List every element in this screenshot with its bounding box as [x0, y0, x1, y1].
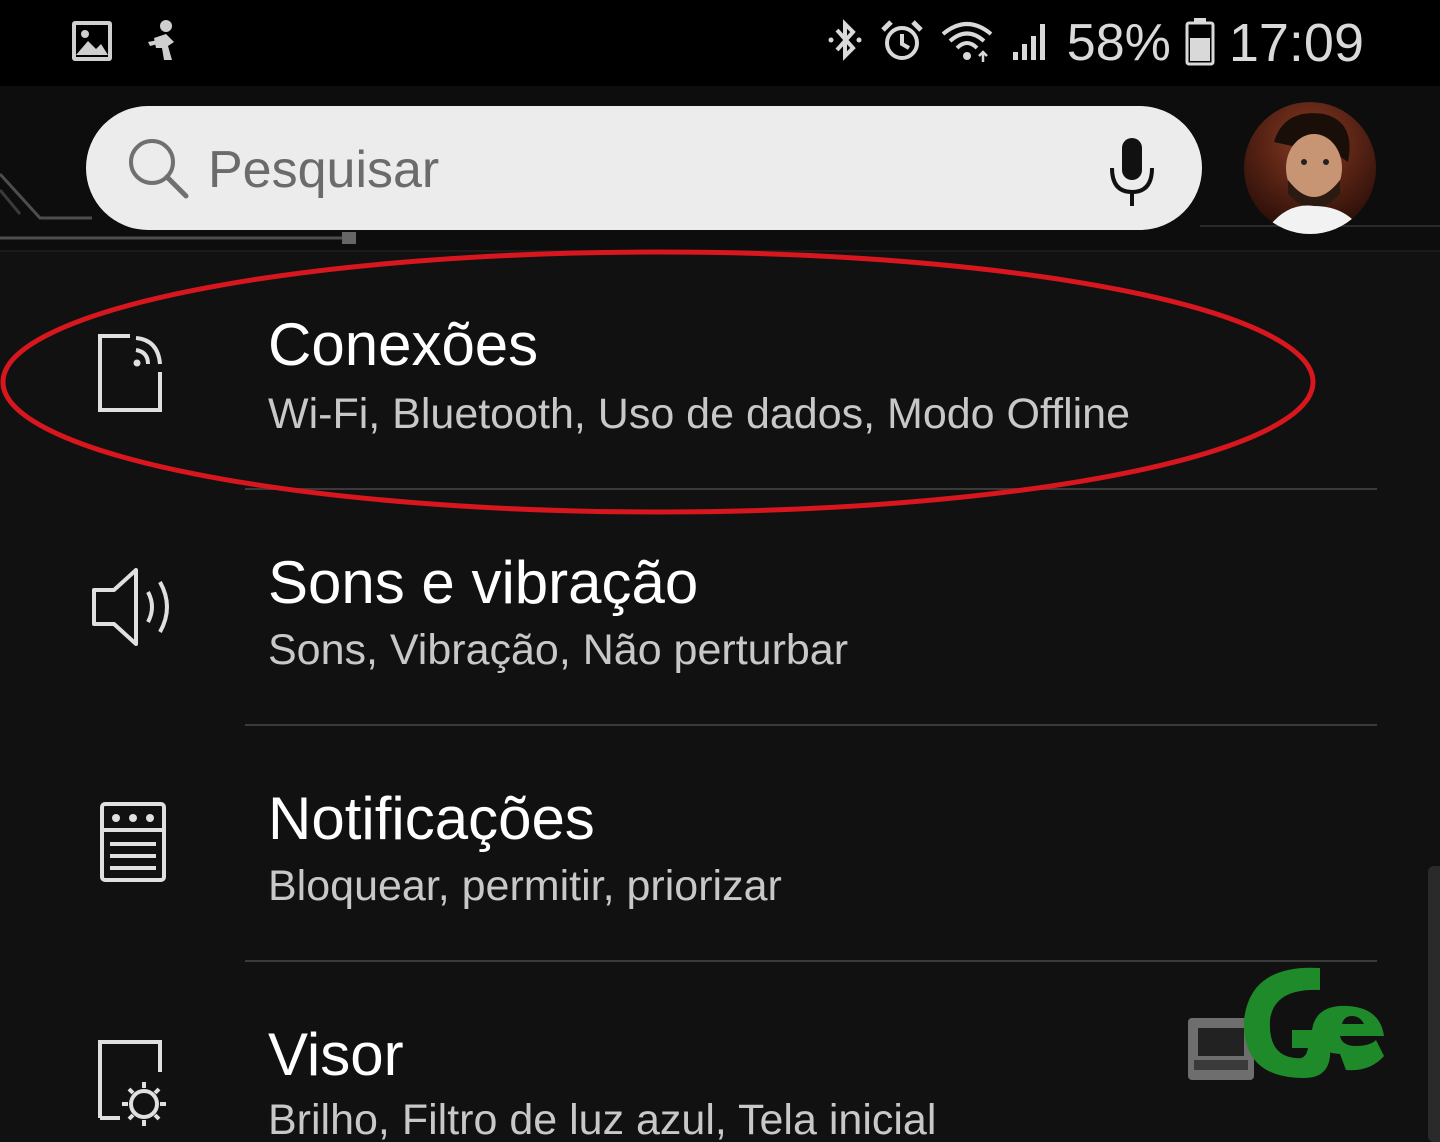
item-title: Visor	[268, 1021, 404, 1088]
item-subtitle: Wi-Fi, Bluetooth, Uso de dados, Modo Off…	[268, 390, 1131, 438]
search-bar[interactable]: Pesquisar	[86, 106, 1202, 230]
wifi-icon	[939, 18, 995, 69]
image-icon	[70, 19, 114, 68]
item-title: Conexões	[268, 311, 539, 378]
search-input[interactable]: Pesquisar	[208, 140, 439, 200]
item-title: Notificações	[268, 785, 595, 852]
settings-item-connections[interactable]: Conexões Wi-Fi, Bluetooth, Uso de dados,…	[0, 252, 1440, 488]
figure-icon	[144, 18, 182, 69]
signal-icon	[1009, 18, 1053, 69]
clock: 17:09	[1228, 13, 1364, 73]
search-header: Pesquisar	[0, 86, 1440, 252]
alarm-icon	[879, 18, 925, 69]
settings-item-sounds[interactable]: Sons e vibração Sons, Vibração, Não pert…	[0, 490, 1440, 726]
item-title: Sons e vibração	[268, 549, 699, 616]
scrollbar[interactable]	[1428, 866, 1440, 1142]
battery-icon	[1185, 16, 1215, 71]
notifications-icon	[100, 802, 166, 882]
item-subtitle: Bloquear, permitir, priorizar	[268, 862, 782, 910]
battery-percent: 58%	[1066, 14, 1171, 72]
speaker-icon	[92, 568, 169, 646]
display-icon	[98, 1040, 166, 1126]
settings-item-notifications[interactable]: Notificações Bloquear, permitir, prioriz…	[0, 726, 1440, 962]
bluetooth-icon	[825, 18, 865, 69]
item-subtitle: Sons, Vibração, Não perturbar	[268, 626, 849, 674]
item-subtitle: Brilho, Filtro de luz azul, Tela inicial	[268, 1096, 937, 1142]
search-icon	[129, 139, 189, 199]
status-bar: 58% 17:09	[0, 0, 1440, 86]
settings-screen: 58% 17:09 Pesquisar Conexões Wi-Fi, Blue…	[0, 0, 1440, 1142]
connections-icon	[98, 334, 162, 412]
watermark-logo	[1188, 967, 1384, 1080]
microphone-icon[interactable]	[1102, 132, 1162, 212]
avatar[interactable]	[1244, 102, 1376, 234]
